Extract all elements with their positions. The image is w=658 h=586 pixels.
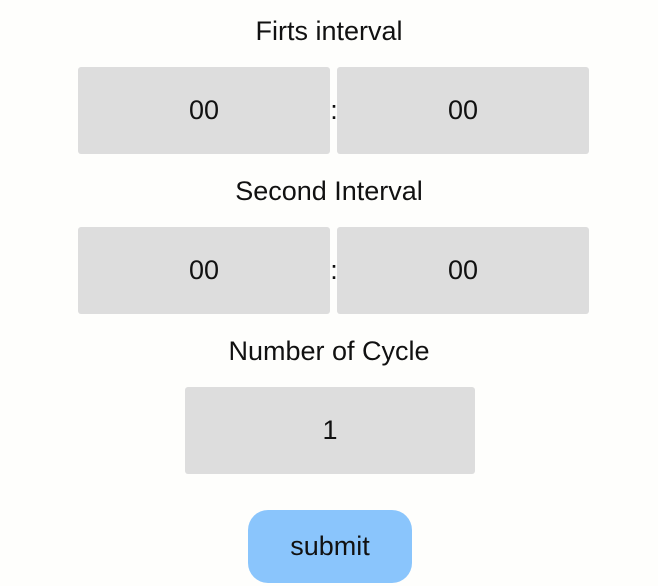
timer-form: Firts interval 00 : 00 Second Interval 0… bbox=[0, 0, 658, 586]
cycles-label: Number of Cycle bbox=[228, 336, 430, 366]
first-interval-label: Firts interval bbox=[255, 16, 403, 46]
submit-button[interactable]: submit bbox=[248, 510, 412, 583]
second-interval-seconds-input[interactable]: 00 bbox=[337, 227, 589, 314]
first-interval-seconds-input[interactable]: 00 bbox=[337, 67, 589, 154]
cycles-input[interactable]: 1 bbox=[185, 387, 475, 474]
first-interval-minutes-input[interactable]: 00 bbox=[78, 67, 330, 154]
second-interval-minutes-input[interactable]: 00 bbox=[78, 227, 330, 314]
second-interval-label: Second Interval bbox=[235, 176, 423, 206]
